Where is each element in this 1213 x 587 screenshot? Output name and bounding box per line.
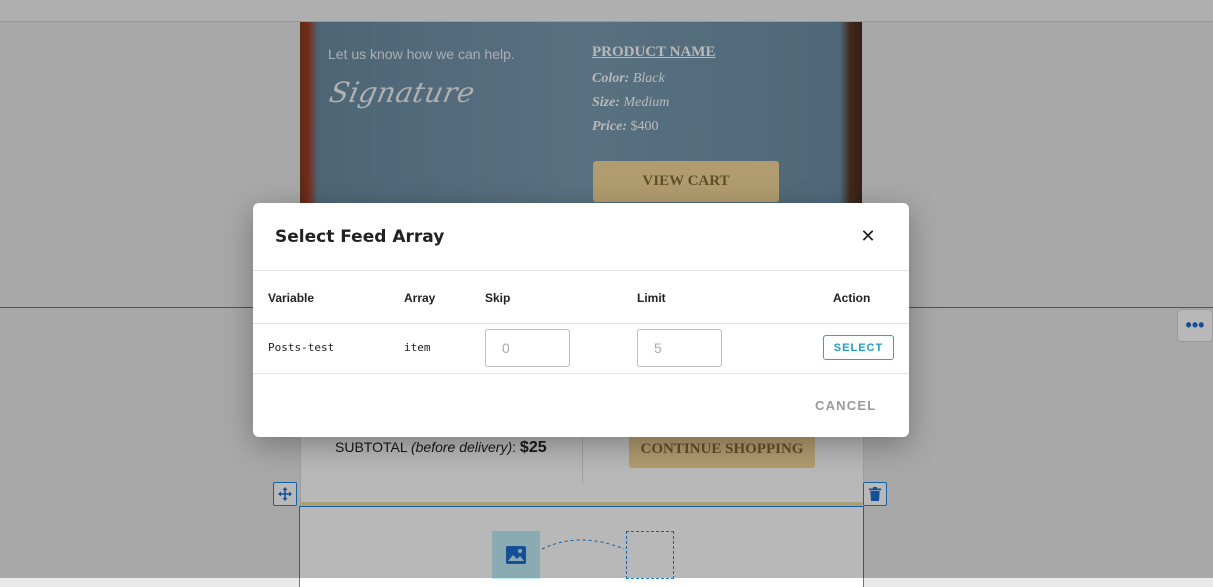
table-header-divider: [253, 323, 909, 324]
dialog-title: Select Feed Array: [275, 227, 445, 247]
table-row-divider: [253, 373, 909, 374]
column-header-action: Action: [833, 291, 871, 305]
close-icon: ✕: [860, 225, 876, 246]
cancel-button[interactable]: CANCEL: [815, 398, 876, 413]
close-button[interactable]: ✕: [857, 225, 879, 247]
column-header-variable: Variable: [268, 291, 315, 305]
select-button[interactable]: SELECT: [823, 335, 894, 360]
header-divider: [253, 270, 909, 271]
skip-input[interactable]: [485, 329, 570, 367]
limit-input[interactable]: [637, 329, 722, 367]
column-header-array: Array: [404, 291, 436, 305]
column-header-skip: Skip: [485, 291, 511, 305]
column-header-limit: Limit: [637, 291, 666, 305]
select-feed-array-dialog: Select Feed Array ✕ Variable Array Skip …: [253, 203, 909, 437]
cell-array: item: [404, 341, 431, 354]
cell-variable: Posts-test: [268, 341, 335, 354]
